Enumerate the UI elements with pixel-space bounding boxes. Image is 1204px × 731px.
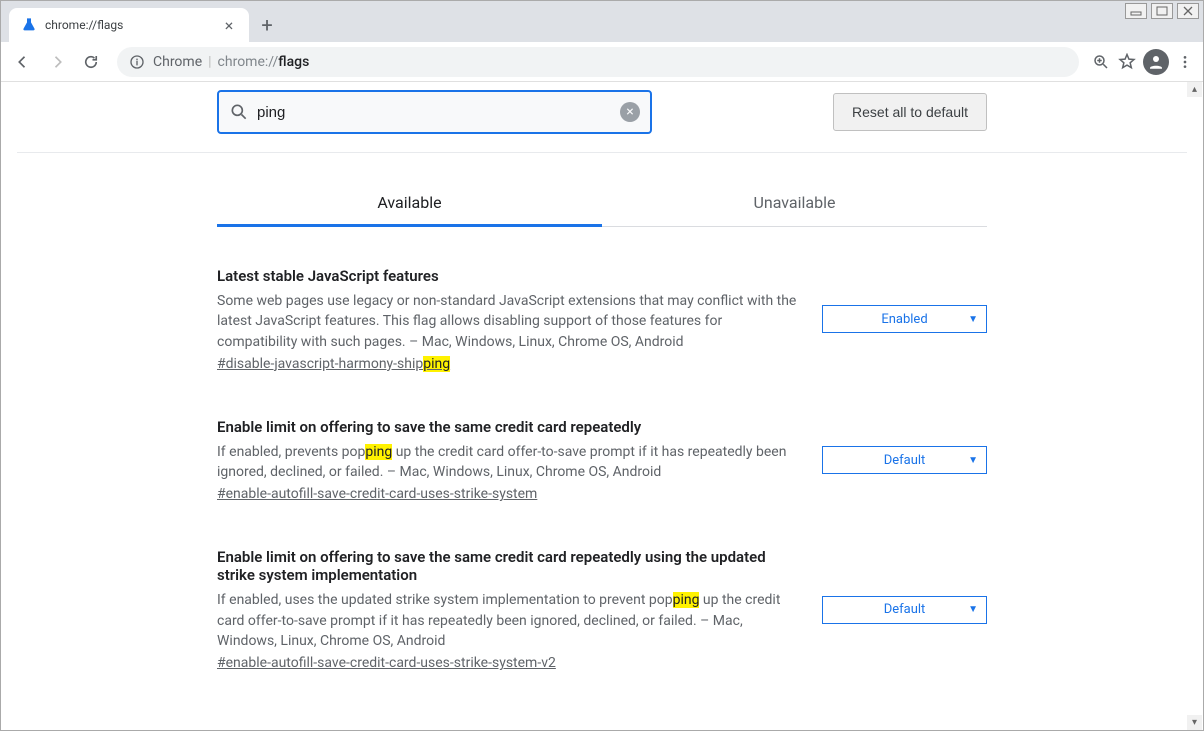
flask-icon xyxy=(21,17,37,33)
flag-title: Enable limit on offering to save the sam… xyxy=(217,548,802,584)
flag-description: If enabled, uses the updated strike syst… xyxy=(217,590,802,651)
maximize-button[interactable] xyxy=(1151,3,1173,19)
tab-row: Available Unavailable xyxy=(217,181,987,227)
viewport: ▴ ▾ × Reset all to default Available Una… xyxy=(1,82,1203,730)
flag-dropdown[interactable]: Enabled▼ xyxy=(822,305,987,333)
flags-page: × Reset all to default Available Unavail… xyxy=(217,82,987,671)
flag-permalink[interactable]: #disable-javascript-harmony-shipping xyxy=(217,356,450,372)
scroll-up-arrow[interactable]: ▴ xyxy=(1187,82,1202,97)
flags-list: Latest stable JavaScript features Some w… xyxy=(217,227,987,671)
omnibox-text: Chrome | chrome://flags xyxy=(153,54,309,70)
flag-item: Enable limit on offering to save the sam… xyxy=(217,548,987,671)
flag-title: Enable limit on offering to save the sam… xyxy=(217,418,802,436)
clear-search-icon[interactable]: × xyxy=(620,102,640,122)
browser-tab[interactable]: chrome://flags × xyxy=(9,8,249,42)
bookmark-star-icon[interactable] xyxy=(1117,52,1137,72)
flag-item: Latest stable JavaScript features Some w… xyxy=(217,267,987,372)
chevron-down-icon: ▼ xyxy=(968,314,978,325)
flag-dropdown[interactable]: Default▼ xyxy=(822,446,987,474)
search-input[interactable] xyxy=(257,104,612,121)
profile-avatar[interactable] xyxy=(1143,49,1169,75)
reload-button[interactable] xyxy=(77,48,105,76)
reset-all-button[interactable]: Reset all to default xyxy=(833,93,987,131)
search-box: × xyxy=(217,90,652,134)
tab-available[interactable]: Available xyxy=(217,181,602,227)
browser-window: chrome://flags × + Chrome | chrome://fla… xyxy=(0,0,1204,731)
flag-description: Some web pages use legacy or non-standar… xyxy=(217,291,802,352)
minimize-button[interactable] xyxy=(1125,3,1147,19)
tab-unavailable[interactable]: Unavailable xyxy=(602,181,987,226)
omnibox-prefix: Chrome xyxy=(153,54,202,70)
back-button[interactable] xyxy=(9,48,37,76)
new-tab-button[interactable]: + xyxy=(253,11,281,39)
omnibox-path-scheme: chrome:// xyxy=(218,54,279,70)
close-window-button[interactable] xyxy=(1177,3,1199,19)
chevron-down-icon: ▼ xyxy=(968,604,978,615)
address-bar[interactable]: Chrome | chrome://flags xyxy=(117,47,1079,77)
forward-button[interactable] xyxy=(43,48,71,76)
page-scroller[interactable]: × Reset all to default Available Unavail… xyxy=(1,82,1203,730)
search-icon xyxy=(229,102,249,122)
site-info-icon xyxy=(129,54,145,70)
flag-description: If enabled, prevents popping up the cred… xyxy=(217,442,802,483)
zoom-icon[interactable] xyxy=(1091,52,1111,72)
close-tab-icon[interactable]: × xyxy=(221,17,237,33)
chevron-down-icon: ▼ xyxy=(968,455,978,466)
header-divider xyxy=(17,152,1187,153)
kebab-menu-icon[interactable] xyxy=(1175,52,1195,72)
flag-item: Enable limit on offering to save the sam… xyxy=(217,418,987,503)
flag-permalink[interactable]: #enable-autofill-save-credit-card-uses-s… xyxy=(217,486,537,502)
flag-permalink[interactable]: #enable-autofill-save-credit-card-uses-s… xyxy=(217,655,556,671)
flag-dropdown[interactable]: Default▼ xyxy=(822,596,987,624)
title-bar: chrome://flags × + xyxy=(1,1,1203,42)
omnibox-separator: | xyxy=(208,54,211,70)
toolbar: Chrome | chrome://flags xyxy=(1,42,1203,82)
scroll-down-arrow[interactable]: ▾ xyxy=(1187,715,1202,730)
omnibox-path-host: flags xyxy=(278,54,309,70)
tab-title: chrome://flags xyxy=(45,18,213,32)
flag-title: Latest stable JavaScript features xyxy=(217,267,802,285)
tab-strip: chrome://flags × + xyxy=(1,1,285,42)
